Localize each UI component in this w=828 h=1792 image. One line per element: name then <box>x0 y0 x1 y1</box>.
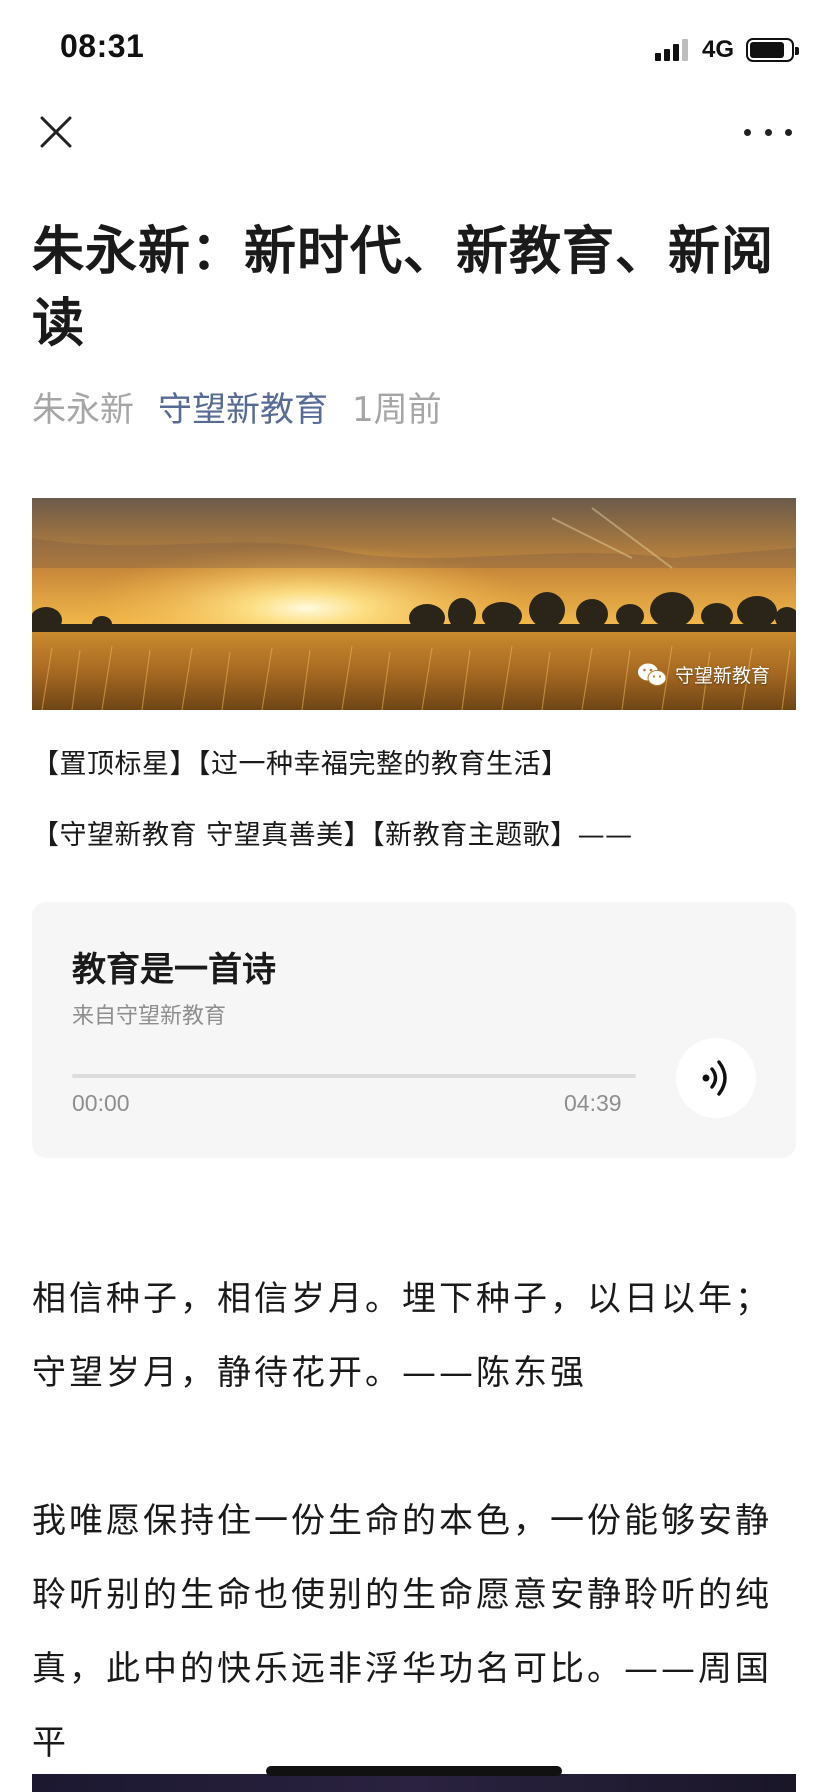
status-icons: 4G <box>654 36 799 64</box>
watermark-text: 守望新教育 <box>674 665 770 687</box>
close-icon[interactable] <box>36 112 76 152</box>
article-image <box>32 1774 796 1792</box>
paragraph-2: 我唯愿保持住一份生命的本色，一份能够安静聆听别的生命也使别的生命愿意安静聆听的纯… <box>32 1501 772 1763</box>
paragraph-1: 相信种子，相信岁月。埋下种子，以日以年；守望岁月，静待花开。——陈东强 <box>32 1279 772 1393</box>
banner-watermark: 守望新教育 <box>637 661 770 688</box>
tag-line-2: 【守望新教育 守望真善美】【新教育主题歌】—— <box>32 820 633 851</box>
battery-icon <box>746 38 799 62</box>
more-icon[interactable] <box>744 112 792 152</box>
banner-image: 守望新教育 <box>32 498 796 710</box>
play-audio-icon <box>702 1060 727 1096</box>
wechat-icon <box>637 663 667 686</box>
article-author: 朱永新 <box>32 390 134 430</box>
article-title: 朱永新：新时代、新教育、新阅读 <box>32 222 775 354</box>
article-meta: 朱永新 守望新教育 1周前 <box>32 386 442 434</box>
account-link[interactable]: 守望新教育 <box>158 386 328 434</box>
tag-line-1: 【置顶标星】【过一种幸福完整的教育生活】 <box>32 749 569 780</box>
audio-source: 来自守望新教育 <box>72 1004 227 1029</box>
status-bar: 08:31 4G <box>0 0 828 100</box>
audio-current-time: 00:00 <box>72 1090 130 1116</box>
home-indicator <box>266 1766 562 1776</box>
signal-icon <box>654 39 688 61</box>
audio-title: 教育是一首诗 <box>72 950 276 990</box>
audio-progress-bar[interactable] <box>72 1074 636 1078</box>
network-type: 4G <box>701 36 734 63</box>
audio-duration: 04:39 <box>564 1090 622 1116</box>
status-time: 08:31 <box>60 28 145 64</box>
publish-time: 1周前 <box>352 390 442 430</box>
nav-bar <box>0 100 828 164</box>
play-audio-button[interactable] <box>676 1038 756 1118</box>
audio-card[interactable]: 教育是一首诗 来自守望新教育 00:00 04:39 <box>32 902 796 1158</box>
